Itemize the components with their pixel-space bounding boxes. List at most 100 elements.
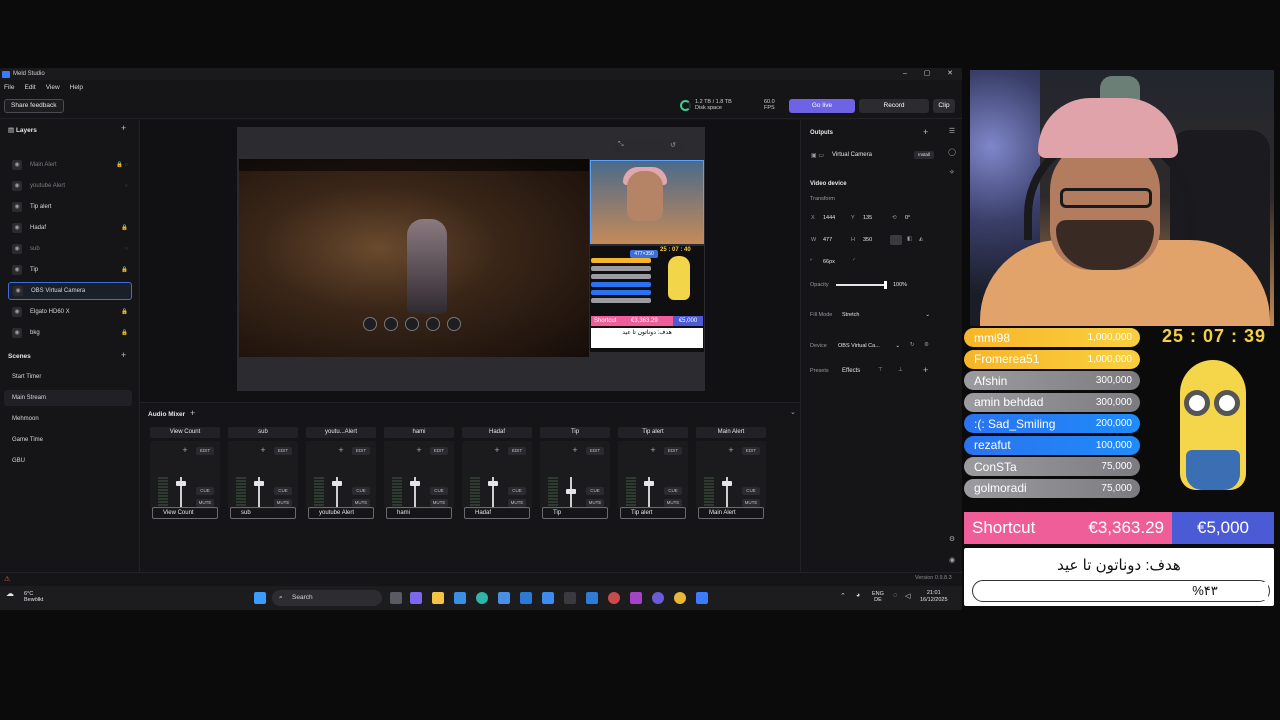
layer-item[interactable]: ◉ Hadaf 🔒 (8, 219, 132, 237)
layer-item[interactable]: ◉ bkg 🔒 (8, 324, 132, 342)
edit-button[interactable]: EDIT (664, 447, 682, 455)
channel-name-dropdown[interactable]: hami (384, 427, 454, 438)
layer-item[interactable]: ◉ youtube Alert ◌ (8, 177, 132, 195)
volume-fader-handle[interactable] (488, 480, 498, 486)
mute-button[interactable]: MUTE (430, 499, 448, 507)
mute-button[interactable]: MUTE (508, 499, 526, 507)
x-field[interactable]: 1444 (823, 213, 835, 223)
lock-icon[interactable]: ◌ (125, 246, 128, 252)
cue-button[interactable]: CUE (352, 487, 370, 495)
tray-chevron-icon[interactable]: ⌃ (840, 592, 846, 600)
app-icon[interactable] (498, 592, 510, 604)
lock-icon[interactable]: 🔒 ◌ (116, 162, 128, 168)
outlook-icon[interactable] (520, 592, 532, 604)
channel-source-button[interactable]: youtube Alert (308, 507, 374, 519)
scene-item[interactable]: Main Stream (4, 390, 132, 406)
cue-button[interactable]: CUE (274, 487, 292, 495)
properties-tab-icon[interactable]: ☰ (946, 126, 958, 138)
lock-icon[interactable]: 🔒 (121, 309, 128, 315)
device-select[interactable]: OBS Virtual Ca... ⌄ (834, 340, 904, 352)
settings-icon[interactable]: ⚙ (924, 342, 929, 348)
channel-name-dropdown[interactable]: Hadaf (462, 427, 532, 438)
align-top-icon[interactable]: ⊤ (878, 367, 883, 373)
mute-button[interactable]: MUTE (352, 499, 370, 507)
volume-fader-handle[interactable] (332, 480, 342, 486)
warning-icon[interactable]: ⚠ (4, 575, 10, 583)
cue-button[interactable]: CUE (664, 487, 682, 495)
corner-radius-field[interactable]: 66px (823, 257, 835, 267)
channel-name-dropdown[interactable]: Main Alert (696, 427, 766, 438)
maximize-button[interactable]: ▢ (916, 68, 938, 80)
volume-fader-handle[interactable] (644, 480, 654, 486)
menu-edit[interactable]: Edit (24, 84, 35, 91)
width-field[interactable]: 477 (823, 235, 832, 245)
align-bottom-icon[interactable]: ⊥ (898, 367, 903, 373)
rider-icon[interactable] (630, 592, 642, 604)
lock-icon[interactable]: ◌ (125, 183, 128, 189)
layer-item[interactable]: ◉ Tip 🔒 (8, 261, 132, 279)
wifi-icon[interactable]: ◌ (893, 592, 897, 599)
weather-widget[interactable]: ☁ 6°C Bewölkt (6, 590, 43, 604)
channel-source-button[interactable]: View Count (152, 507, 218, 519)
edit-button[interactable]: EDIT (508, 447, 526, 455)
discord-icon[interactable] (652, 592, 664, 604)
copilot-icon[interactable] (410, 592, 422, 604)
layer-item[interactable]: ◉ Tip alert (8, 198, 132, 216)
lock-icon[interactable]: 🔒 (121, 267, 128, 273)
record-button[interactable]: Record (859, 99, 929, 113)
menu-file[interactable]: File (4, 84, 14, 91)
language-indicator[interactable]: ENG DE (872, 591, 884, 603)
mute-button[interactable]: MUTE (742, 499, 760, 507)
aspect-lock-toggle[interactable] (890, 235, 902, 245)
refresh-icon[interactable]: ↻ (910, 342, 915, 348)
virtual-camera-layer-selected[interactable] (590, 160, 704, 244)
install-button[interactable]: Install (914, 151, 934, 159)
mute-button[interactable]: MUTE (586, 499, 604, 507)
volume-fader-handle[interactable] (254, 480, 264, 486)
lock-icon[interactable]: 🔒 (121, 225, 128, 231)
rotation-field[interactable]: 0° (905, 213, 910, 223)
corner-style-icon[interactable]: ◜ (853, 258, 855, 264)
add-output-button[interactable]: + (923, 127, 928, 137)
opacity-slider[interactable] (836, 284, 886, 286)
collapse-mixer-icon[interactable]: ⌄ (790, 408, 796, 416)
mute-button[interactable]: MUTE (664, 499, 682, 507)
add-scene-button[interactable]: + (121, 350, 126, 360)
volume-fader-handle[interactable] (410, 480, 420, 486)
edit-button[interactable]: EDIT (430, 447, 448, 455)
channel-source-button[interactable]: hami (386, 507, 452, 519)
layer-item[interactable]: ◉ OBS Virtual Camera (8, 282, 132, 300)
clip-button[interactable]: Clip (933, 99, 955, 113)
channel-source-button[interactable]: Hadaf (464, 507, 530, 519)
channel-name-dropdown[interactable]: Tip (540, 427, 610, 438)
cue-button[interactable]: CUE (196, 487, 214, 495)
reset-icon[interactable]: ↺ (670, 141, 676, 149)
settings-tab-icon[interactable]: ⚙ (946, 534, 958, 546)
layer-item[interactable]: ◉ Main Alert 🔒 ◌ (8, 156, 132, 174)
channel-name-dropdown[interactable]: sub (228, 427, 298, 438)
chrome-icon[interactable] (674, 592, 686, 604)
scene-item[interactable]: Start Timer (4, 369, 132, 385)
taskbar-clock[interactable]: 21:01 16/12/2025 (920, 590, 948, 604)
channel-source-button[interactable]: Tip (542, 507, 608, 519)
layer-item[interactable]: ◉ Elgato HD60 X 🔒 (8, 303, 132, 321)
profile-icon[interactable]: ◉ (946, 555, 958, 567)
channel-source-button[interactable]: sub (230, 507, 296, 519)
y-field[interactable]: 135 (863, 213, 872, 223)
cue-button[interactable]: CUE (508, 487, 526, 495)
add-audio-source-button[interactable]: + (190, 408, 195, 418)
edit-button[interactable]: EDIT (586, 447, 604, 455)
vscode-icon[interactable] (586, 592, 598, 604)
volume-fader-handle[interactable] (176, 480, 186, 486)
lock-icon[interactable]: 🔒 (121, 330, 128, 336)
channel-name-dropdown[interactable]: youtu...Alert (306, 427, 376, 438)
cue-button[interactable]: CUE (742, 487, 760, 495)
edit-button[interactable]: EDIT (352, 447, 370, 455)
channel-name-dropdown[interactable]: View Count (150, 427, 220, 438)
opacity-slider-handle[interactable] (884, 281, 887, 289)
tray-app-icon[interactable]: ◕ (856, 592, 860, 599)
file-explorer-icon[interactable] (432, 592, 444, 604)
volume-fader-handle[interactable] (566, 489, 576, 494)
layer-item[interactable]: ◉ sub ◌ (8, 240, 132, 258)
volume-fader-handle[interactable] (722, 480, 732, 486)
